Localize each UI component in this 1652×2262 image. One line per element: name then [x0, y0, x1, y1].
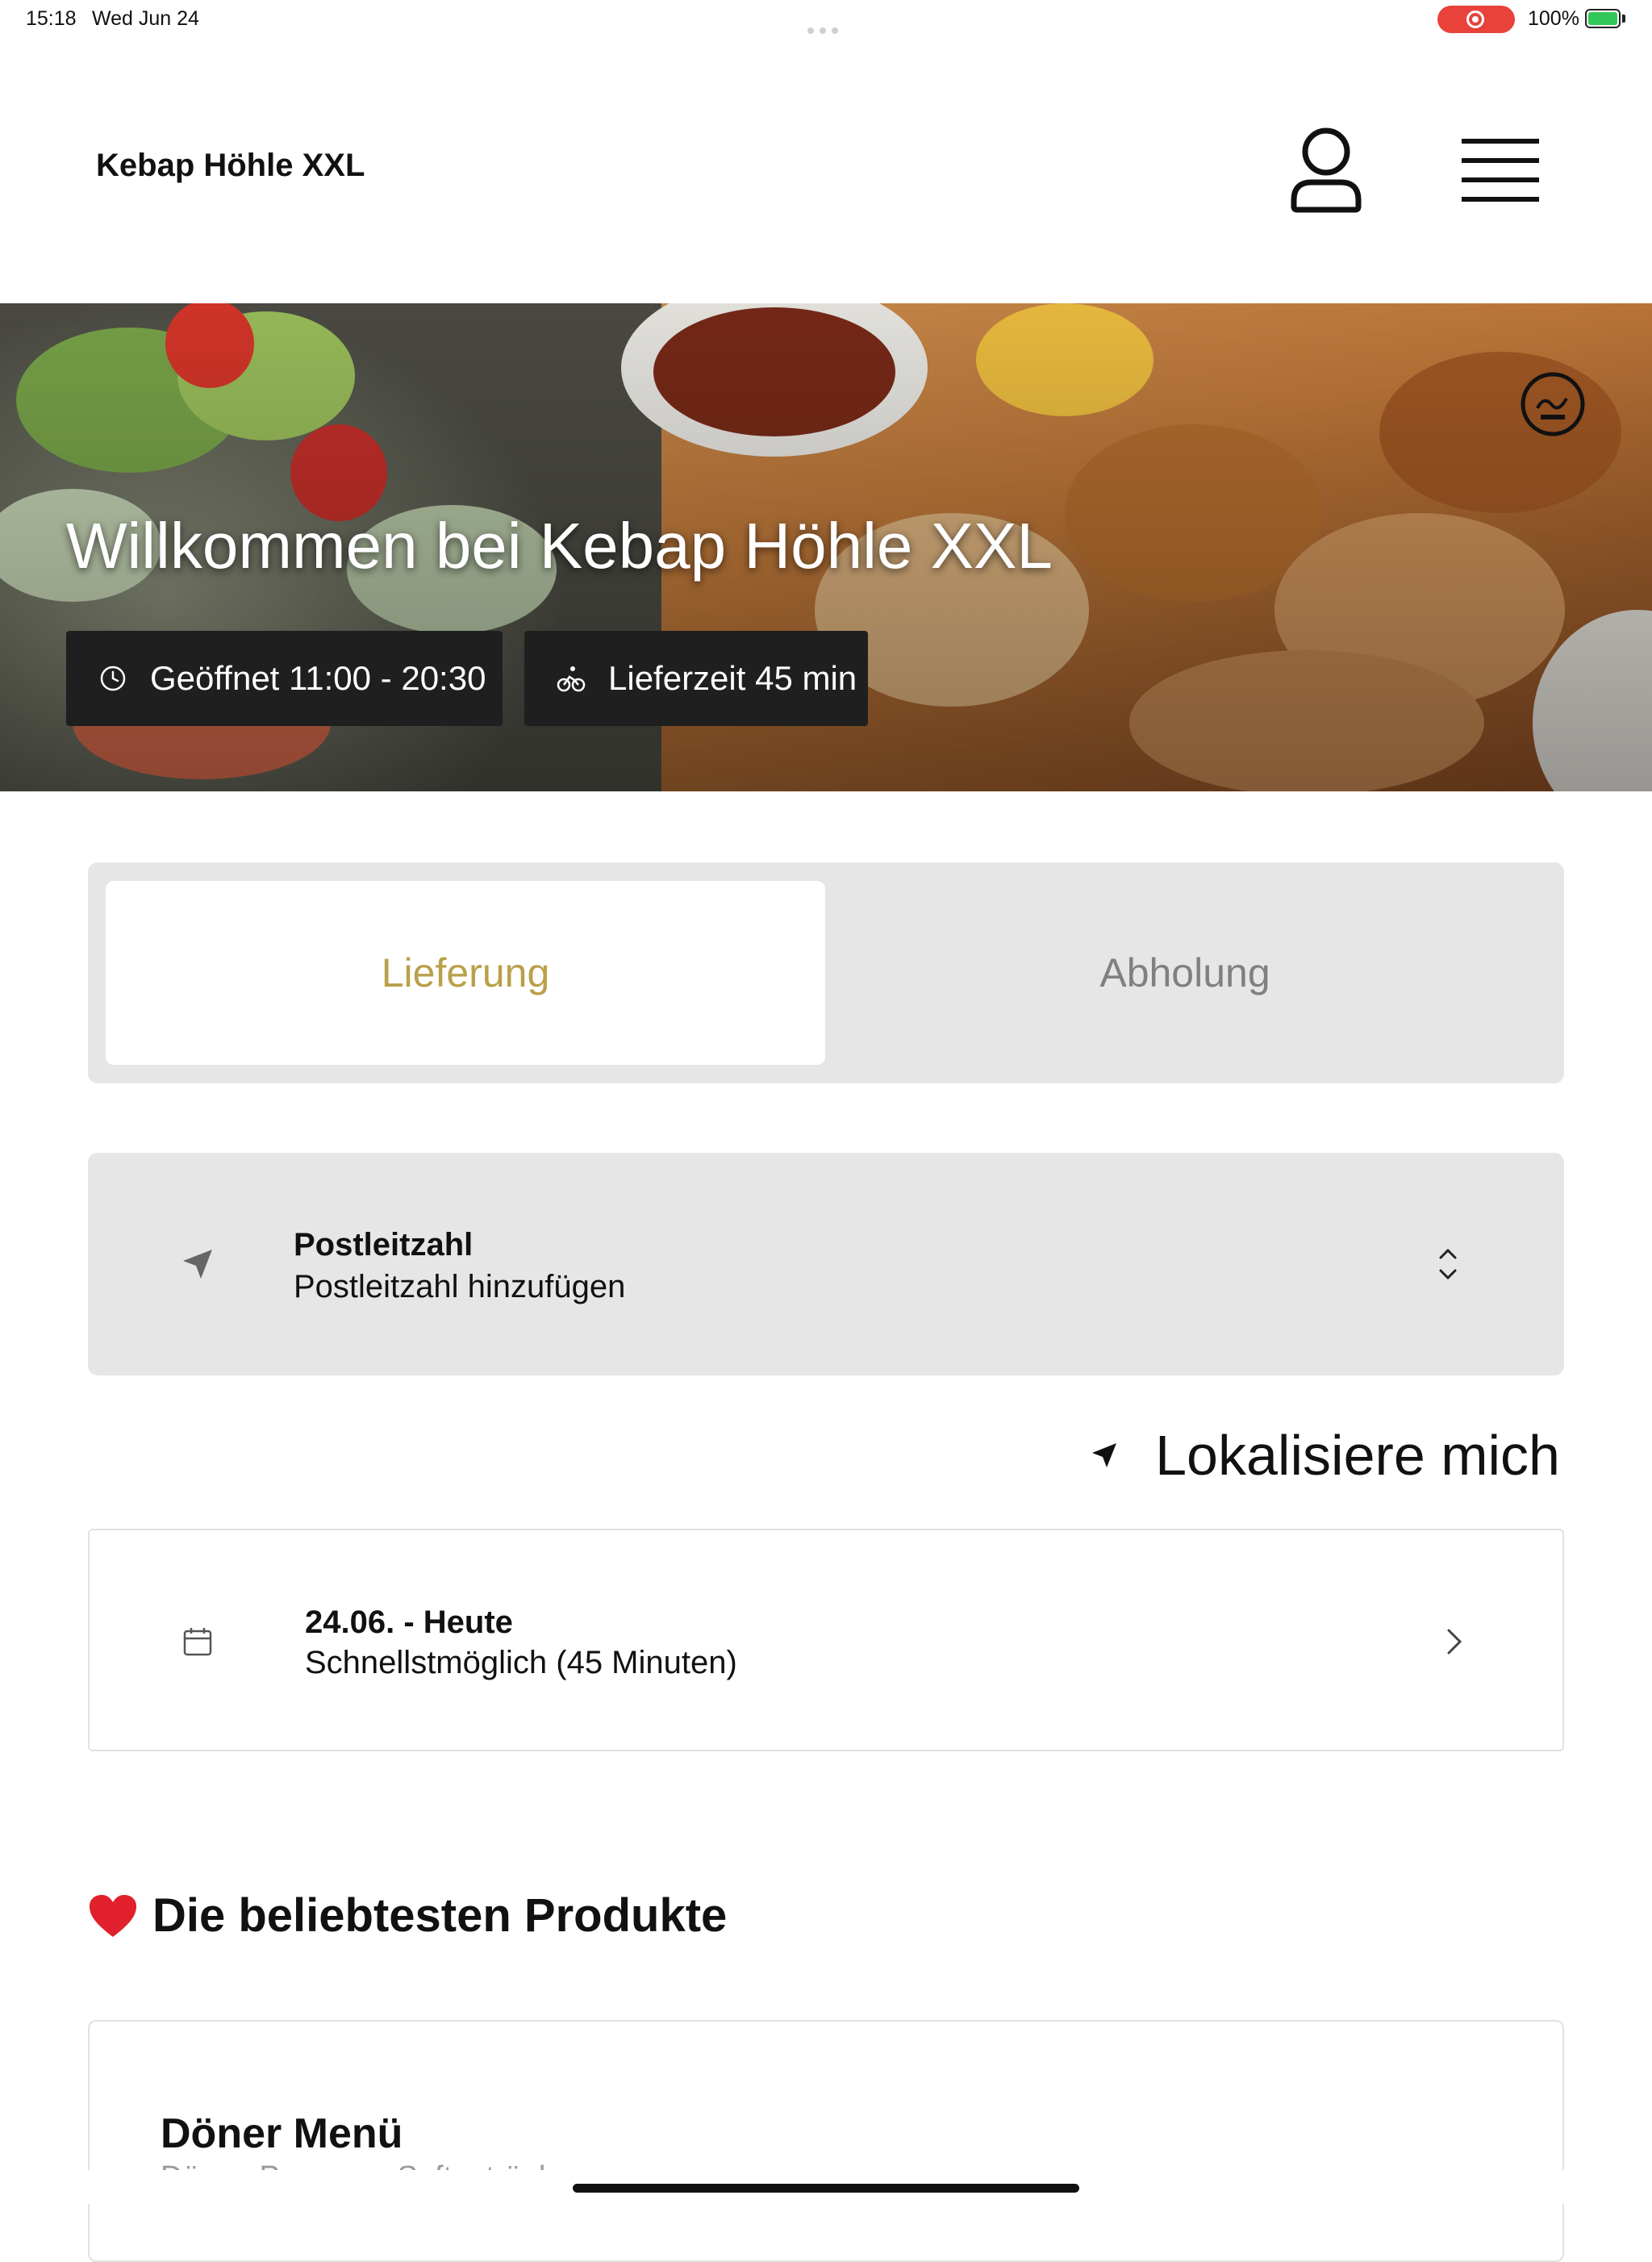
product-name: Döner Menü [161, 2110, 403, 2157]
location-arrow-icon [183, 1250, 212, 1279]
app-header: Kebap Höhle XXL [0, 81, 1652, 223]
tab-delivery[interactable]: Lieferung [106, 881, 825, 1065]
calendar-icon [183, 1628, 212, 1656]
hero-title: Willkommen bei Kebap Höhle XXL [66, 510, 1053, 582]
delivery-time-selector[interactable]: 24.06. - Heute Schnellstmöglich (45 Minu… [88, 1529, 1564, 1751]
screen-recording-icon[interactable] [1437, 6, 1515, 33]
opening-hours-badge: Geöffnet 11:00 - 20:30 [66, 631, 503, 726]
home-indicator[interactable] [573, 2184, 1079, 2193]
chevron-right-icon [1447, 1629, 1462, 1655]
location-arrow-icon [1092, 1443, 1117, 1467]
clock-icon [100, 666, 126, 691]
multitasking-dots-icon[interactable] [807, 16, 845, 34]
status-bar: 15:18 Wed Jun 24 100% [0, 0, 1652, 40]
product-card[interactable]: Döner Menü Döner, Pommes, Softgetränk [88, 2020, 1564, 2262]
locate-me-button[interactable]: Lokalisiere mich [1091, 1421, 1560, 1489]
postcode-label: Postleitzahl [294, 1227, 473, 1262]
battery-percent: 100% [1528, 7, 1579, 30]
postcode-input[interactable]: Postleitzahl hinzufügen [294, 1269, 625, 1305]
order-mode-toggle: Lieferung Abholung [88, 862, 1564, 1083]
menu-icon[interactable] [1460, 134, 1541, 207]
user-icon[interactable] [1287, 126, 1365, 215]
hero-banner: Willkommen bei Kebap Höhle XXL Geöffnet … [0, 303, 1652, 791]
heart-icon [90, 1894, 136, 1937]
status-time: 15:18 [26, 7, 77, 30]
bike-icon [557, 666, 586, 692]
postcode-selector[interactable]: Postleitzahl Postleitzahl hinzufügen [88, 1153, 1564, 1375]
battery-icon [1585, 9, 1621, 28]
tab-pickup[interactable]: Abholung [825, 881, 1545, 1065]
popular-products-title: Die beliebtesten Produkte [152, 1889, 728, 1942]
halal-icon [1520, 371, 1586, 437]
delivery-date: 24.06. - Heute [305, 1605, 513, 1640]
popular-products-heading: Die beliebtesten Produkte [88, 1888, 727, 1943]
delivery-time-option: Schnellstmöglich (45 Minuten) [305, 1645, 737, 1680]
status-date: Wed Jun 24 [92, 7, 199, 30]
locate-me-label: Lokalisiere mich [1155, 1424, 1560, 1487]
chevron-up-down-icon [1439, 1248, 1457, 1280]
battery-tip [1622, 15, 1625, 23]
delivery-time-badge: Lieferzeit 45 min [524, 631, 868, 726]
brand-name[interactable]: Kebap Höhle XXL [96, 149, 365, 182]
opening-hours-text: Geöffnet 11:00 - 20:30 [150, 659, 486, 697]
delivery-time-text: Lieferzeit 45 min [608, 659, 857, 697]
